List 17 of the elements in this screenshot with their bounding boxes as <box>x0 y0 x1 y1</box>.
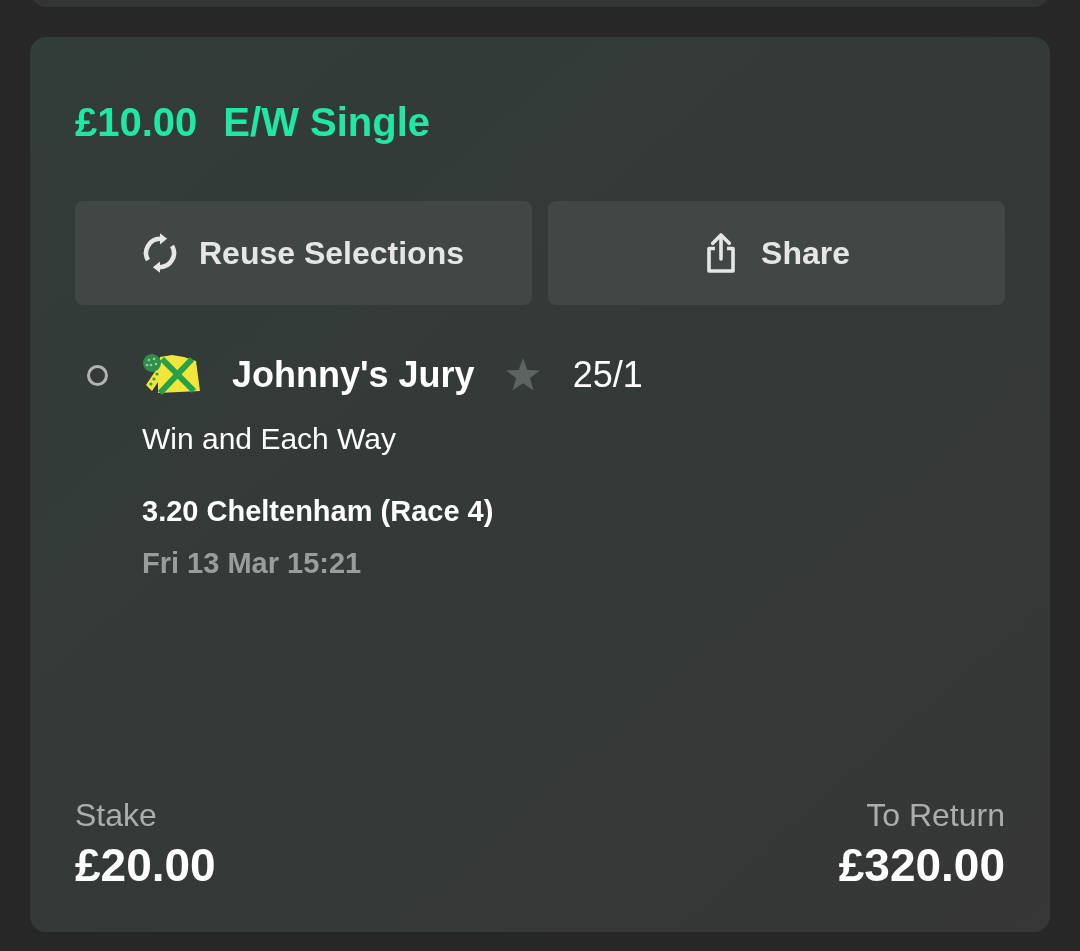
odds: 25/1 <box>572 357 643 393</box>
race-name: 3.20 Cheltenham (Race 4) <box>142 494 494 529</box>
runner-name: Johnny's Jury <box>232 357 475 393</box>
race-time: Fri 13 Mar 15:21 <box>142 546 362 581</box>
market-name: Win and Each Way <box>142 421 396 457</box>
refresh-icon <box>143 233 177 273</box>
reuse-selections-button[interactable]: Reuse Selections <box>75 201 532 305</box>
star-icon[interactable] <box>504 358 541 392</box>
bet-type: E/W Single <box>223 102 431 142</box>
share-button[interactable]: Share <box>548 201 1005 305</box>
stake-per-way: £10.00 <box>75 102 198 142</box>
radio-button[interactable] <box>87 364 108 386</box>
return-label: To Return <box>866 796 1005 834</box>
stake-label: Stake <box>75 796 157 834</box>
return-amount: £320.00 <box>838 838 1005 892</box>
stake-amount: £20.00 <box>75 838 216 892</box>
jockey-silks-icon <box>142 353 202 397</box>
